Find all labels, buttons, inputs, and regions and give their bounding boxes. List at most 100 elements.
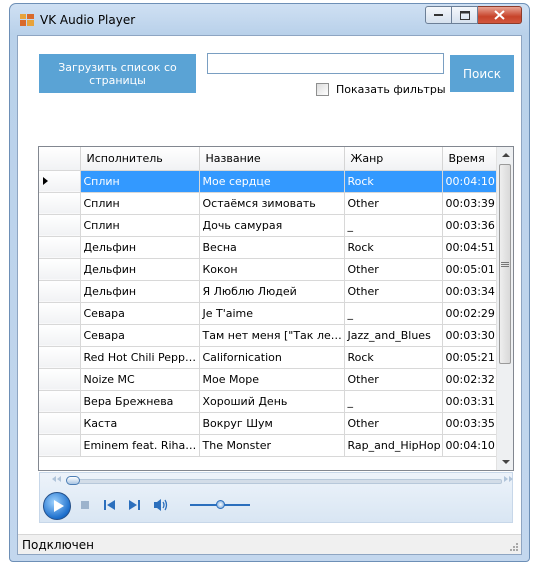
table-row[interactable]: Дельфин Я Люблю Людей Other 00:03:34 — [39, 280, 513, 303]
volume-icon[interactable] — [153, 498, 169, 512]
cell-genre[interactable]: Jazz_and_Blues — [344, 324, 443, 347]
play-button[interactable] — [43, 492, 71, 520]
table-row[interactable]: Севара Je T'aime _ 00:02:29 — [39, 302, 513, 325]
cell-genre[interactable]: Rock — [344, 170, 443, 193]
row-header[interactable] — [39, 236, 81, 259]
scroll-down-arrow-icon[interactable] — [502, 460, 510, 464]
table-row[interactable]: Севара Там нет меня ["Так лег... Jazz_and_… — [39, 324, 513, 347]
cell-title[interactable]: Мое Море — [199, 368, 345, 391]
cell-artist[interactable]: Каста — [80, 412, 200, 435]
table-row[interactable]: Сплин Мое сердце Rock 00:04:10 — [39, 170, 513, 193]
cell-artist[interactable]: Севара — [80, 324, 200, 347]
table-row[interactable]: Дельфин Кокон Other 00:05:01 — [39, 258, 513, 281]
cell-artist[interactable]: Сплин — [80, 214, 200, 237]
minimize-button[interactable] — [425, 6, 452, 24]
show-filters-checkbox[interactable] — [316, 83, 329, 96]
cell-artist[interactable]: Noize MC — [80, 368, 200, 391]
row-header[interactable] — [39, 170, 81, 193]
table-row[interactable]: Дельфин Весна Rock 00:04:51 — [39, 236, 513, 259]
cell-title[interactable]: Остаёмся зимовать — [199, 192, 345, 215]
previous-icon[interactable] — [104, 500, 116, 510]
cell-title[interactable]: Весна — [199, 236, 345, 259]
row-header[interactable] — [39, 280, 81, 303]
cell-title[interactable]: Там нет меня ["Так лег... — [199, 324, 345, 347]
cell-genre[interactable]: Other — [344, 368, 443, 391]
load-from-page-button[interactable]: Загрузить список со страницы — [39, 54, 196, 93]
table-row[interactable]: Eminem feat. Rihanna The Monster Rap_and_H… — [39, 434, 513, 457]
row-header[interactable] — [39, 302, 81, 325]
column-header-title[interactable]: Название — [199, 147, 345, 171]
cell-genre[interactable]: Rock — [344, 236, 443, 259]
cell-title[interactable]: Хороший День — [199, 390, 345, 413]
seek-bar[interactable] — [68, 479, 502, 484]
title-bar[interactable]: VK Audio Player — [10, 4, 529, 36]
cell-genre[interactable]: Rap_and_HipHop — [344, 434, 443, 457]
row-header[interactable] — [39, 258, 81, 281]
connection-status: Подключен — [22, 538, 94, 552]
cell-artist[interactable]: Дельфин — [80, 258, 200, 281]
row-header[interactable] — [39, 192, 81, 215]
row-header-corner — [39, 147, 81, 171]
maximize-button[interactable] — [452, 6, 478, 24]
table-row[interactable]: Каста Вокруг Шум Other 00:03:35 — [39, 412, 513, 435]
row-header[interactable] — [39, 390, 81, 413]
cell-genre[interactable]: Rock — [344, 346, 443, 369]
app-window: VK Audio Player Загрузить список со стра… — [9, 3, 530, 562]
close-button[interactable] — [478, 6, 522, 24]
resize-grip-icon[interactable] — [508, 541, 518, 551]
cell-genre[interactable]: _ — [344, 390, 443, 413]
cell-artist[interactable]: Дельфин — [80, 280, 200, 303]
seek-thumb[interactable] — [66, 476, 80, 485]
cell-genre[interactable]: Other — [344, 280, 443, 303]
cell-artist[interactable]: Дельфин — [80, 236, 200, 259]
row-header[interactable] — [39, 412, 81, 435]
table-row[interactable]: Сплин Остаёмся зимовать Other 00:03:39 — [39, 192, 513, 215]
search-input[interactable] — [207, 53, 444, 74]
cell-title[interactable]: Я Люблю Людей — [199, 280, 345, 303]
stop-icon[interactable] — [80, 500, 90, 510]
cell-title[interactable]: Мое сердце — [199, 170, 345, 193]
cell-artist[interactable]: Сплин — [80, 170, 200, 193]
cell-title[interactable]: Californication — [199, 346, 345, 369]
search-button[interactable]: Поиск — [450, 55, 514, 92]
cell-artist[interactable]: Eminem feat. Rihanna — [80, 434, 200, 457]
close-icon — [494, 10, 505, 20]
cell-title[interactable]: Вокруг Шум — [199, 412, 345, 435]
forward-hint-icon — [504, 476, 513, 482]
cell-artist[interactable]: Вера Брежнева — [80, 390, 200, 413]
cell-artist[interactable]: Red Hot Chili Peppers — [80, 346, 200, 369]
rewind-hint-icon — [52, 476, 61, 482]
cell-genre[interactable]: _ — [344, 214, 443, 237]
column-header-artist[interactable]: Исполнитель — [80, 147, 200, 171]
row-header[interactable] — [39, 324, 81, 347]
scroll-thumb[interactable] — [499, 164, 511, 364]
client-area: Загрузить список со страницы Показать фи… — [17, 35, 522, 555]
cell-title[interactable]: The Monster — [199, 434, 345, 457]
table-row[interactable]: Сплин Дочь самурая _ 00:03:36 — [39, 214, 513, 237]
next-icon[interactable] — [128, 500, 140, 510]
table-row[interactable]: Вера Брежнева Хороший День _ 00:03:31 — [39, 390, 513, 413]
cell-title[interactable]: Кокон — [199, 258, 345, 281]
table-row[interactable]: Red Hot Chili Peppers Californication Rock… — [39, 346, 513, 369]
cell-title[interactable]: Дочь самурая — [199, 214, 345, 237]
cell-genre[interactable]: _ — [344, 302, 443, 325]
vertical-scrollbar[interactable] — [496, 147, 513, 470]
tracks-grid[interactable]: Исполнитель Название Жанр Время Сплин Мое… — [38, 146, 514, 471]
show-filters-label[interactable]: Показать фильтры — [336, 83, 446, 96]
cell-genre[interactable]: Other — [344, 412, 443, 435]
current-row-arrow-icon — [43, 177, 48, 185]
volume-thumb[interactable] — [216, 500, 225, 509]
media-player — [39, 472, 513, 523]
row-header[interactable] — [39, 214, 81, 237]
scroll-up-arrow-icon[interactable] — [502, 153, 510, 157]
cell-genre[interactable]: Other — [344, 192, 443, 215]
cell-artist[interactable]: Севара — [80, 302, 200, 325]
column-header-genre[interactable]: Жанр — [344, 147, 443, 171]
cell-artist[interactable]: Сплин — [80, 192, 200, 215]
row-header[interactable] — [39, 368, 81, 391]
row-header[interactable] — [39, 346, 81, 369]
row-header[interactable] — [39, 434, 81, 457]
cell-genre[interactable]: Other — [344, 258, 443, 281]
cell-title[interactable]: Je T'aime — [199, 302, 345, 325]
table-row[interactable]: Noize MC Мое Море Other 00:02:32 — [39, 368, 513, 391]
